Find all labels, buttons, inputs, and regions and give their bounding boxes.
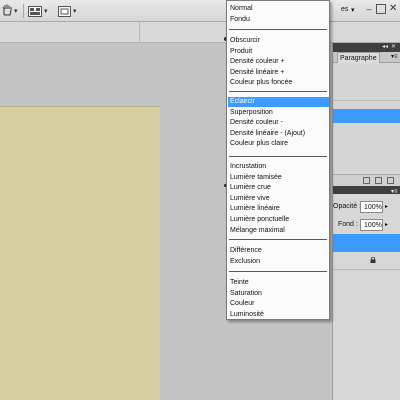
list-item[interactable] bbox=[333, 92, 400, 101]
tab-paragraphe[interactable]: Paragraphe bbox=[337, 52, 380, 63]
options-bar-segment bbox=[140, 22, 230, 43]
layers-panel-header[interactable] bbox=[333, 186, 400, 194]
menu-separator bbox=[229, 239, 327, 240]
blend-mode-dropdown-menu: Normal Fondu Obscurcir Produit Densité coule… bbox=[226, 0, 330, 320]
menu-item-blend-mode[interactable]: Couleur plus claire bbox=[228, 139, 329, 149]
menu-item-blend-mode[interactable]: Mélange maximal bbox=[228, 226, 329, 236]
chevron-down-icon: ▾ bbox=[14, 8, 18, 15]
fill-slider-toggle[interactable]: ▸ bbox=[385, 221, 388, 228]
menu-separator bbox=[229, 29, 327, 30]
duplicate-icon[interactable] bbox=[375, 177, 382, 184]
hand-tool-icon bbox=[2, 4, 12, 18]
menu-separator bbox=[229, 91, 327, 92]
panel-dock: ◂◂ ✕ Paragraphe ▾≡ ▾≡ Opacité : 100% ▸ F… bbox=[332, 43, 400, 400]
menu-item-blend-mode[interactable]: Lumière vive bbox=[228, 194, 329, 204]
screen-mode-button[interactable]: ▾ bbox=[58, 3, 77, 19]
menu-item-blend-mode[interactable]: Superposition bbox=[228, 108, 329, 118]
menu-item-blend-mode[interactable]: Différence bbox=[228, 246, 329, 256]
menu-item-blend-mode[interactable]: Saturation bbox=[228, 289, 329, 299]
menu-item-blend-mode[interactable]: Lumière ponctuelle bbox=[228, 215, 329, 225]
new-item-icon[interactable] bbox=[363, 177, 370, 184]
arrange-documents-icon bbox=[28, 5, 42, 17]
screen-mode-icon bbox=[58, 5, 71, 17]
menu-item-blend-mode[interactable]: Fondu bbox=[228, 15, 329, 25]
menu-item-blend-mode[interactable]: Produit bbox=[228, 47, 329, 57]
opacity-slider-toggle[interactable]: ▸ bbox=[385, 203, 388, 210]
menu-item-blend-mode[interactable]: Densité linéaire + bbox=[228, 68, 329, 78]
opacity-label: Opacité : bbox=[333, 203, 362, 210]
maximize-button[interactable] bbox=[376, 4, 386, 14]
trash-icon[interactable] bbox=[387, 177, 394, 184]
menu-item-blend-mode[interactable]: Luminosité bbox=[228, 310, 329, 320]
selected-layer-row[interactable] bbox=[333, 234, 400, 252]
menu-item-blend-mode[interactable]: Eclaircir bbox=[228, 97, 329, 107]
menu-item-blend-mode[interactable]: Obscurcir bbox=[228, 36, 329, 46]
fill-label: Fond : bbox=[338, 221, 358, 228]
menu-item-blend-mode[interactable]: Densité linéaire - (Ajout) bbox=[228, 129, 329, 139]
opacity-field[interactable]: 100% bbox=[360, 201, 383, 213]
panel-tab-bar: Paragraphe ▾≡ bbox=[333, 52, 400, 63]
chevron-down-icon[interactable]: ▾ bbox=[351, 6, 355, 14]
minimize-button[interactable]: – bbox=[363, 4, 375, 16]
collapse-panel-icon[interactable]: ◂◂ bbox=[382, 43, 388, 50]
menu-item-blend-mode[interactable]: Teinte bbox=[228, 278, 329, 288]
chevron-down-icon: ▾ bbox=[44, 8, 48, 15]
menu-item-blend-mode[interactable]: Lumière linéaire bbox=[228, 204, 329, 214]
lock-icon bbox=[370, 257, 376, 263]
menu-item-blend-mode[interactable]: Incrustation bbox=[228, 162, 329, 172]
fill-field[interactable]: 100% bbox=[360, 219, 383, 231]
menu-item-blend-mode[interactable]: Lumière tamisée bbox=[228, 173, 329, 183]
panel-header[interactable]: ◂◂ ✕ bbox=[333, 43, 400, 52]
menu-item-blend-mode[interactable]: Couleur bbox=[228, 299, 329, 309]
panel-menu-icon[interactable]: ▾≡ bbox=[391, 53, 398, 60]
menu-separator bbox=[229, 271, 327, 272]
toolbar-divider bbox=[23, 4, 24, 18]
hand-tool-button[interactable]: ▾ bbox=[2, 3, 18, 19]
options-bar-segment bbox=[0, 22, 140, 43]
chevron-down-icon: ▾ bbox=[73, 8, 77, 15]
options-bar bbox=[0, 22, 400, 43]
document-canvas[interactable] bbox=[0, 106, 160, 400]
menu-item-blend-mode[interactable]: Normal bbox=[228, 4, 329, 14]
selected-list-item[interactable] bbox=[333, 109, 400, 123]
menu-item-blend-mode[interactable]: Densité couleur - bbox=[228, 118, 329, 128]
workspace-label[interactable]: es bbox=[341, 6, 348, 13]
menu-separator bbox=[229, 156, 327, 157]
panel-footer-toolbar bbox=[333, 174, 400, 186]
menu-item-blend-mode[interactable]: Exclusion bbox=[228, 257, 329, 267]
menu-item-blend-mode[interactable]: Couleur plus foncée bbox=[228, 78, 329, 88]
close-panel-icon[interactable]: ✕ bbox=[391, 43, 396, 50]
menu-item-blend-mode[interactable]: Lumière crue bbox=[228, 183, 329, 193]
close-button[interactable]: ✕ bbox=[389, 3, 397, 14]
layer-row[interactable] bbox=[333, 252, 400, 270]
menu-item-blend-mode[interactable]: Densité couleur + bbox=[228, 57, 329, 67]
application-toolbar: ▾ ▾ ▾ es ▾ – ✕ bbox=[0, 0, 400, 22]
arrange-documents-button[interactable]: ▾ bbox=[28, 3, 48, 19]
